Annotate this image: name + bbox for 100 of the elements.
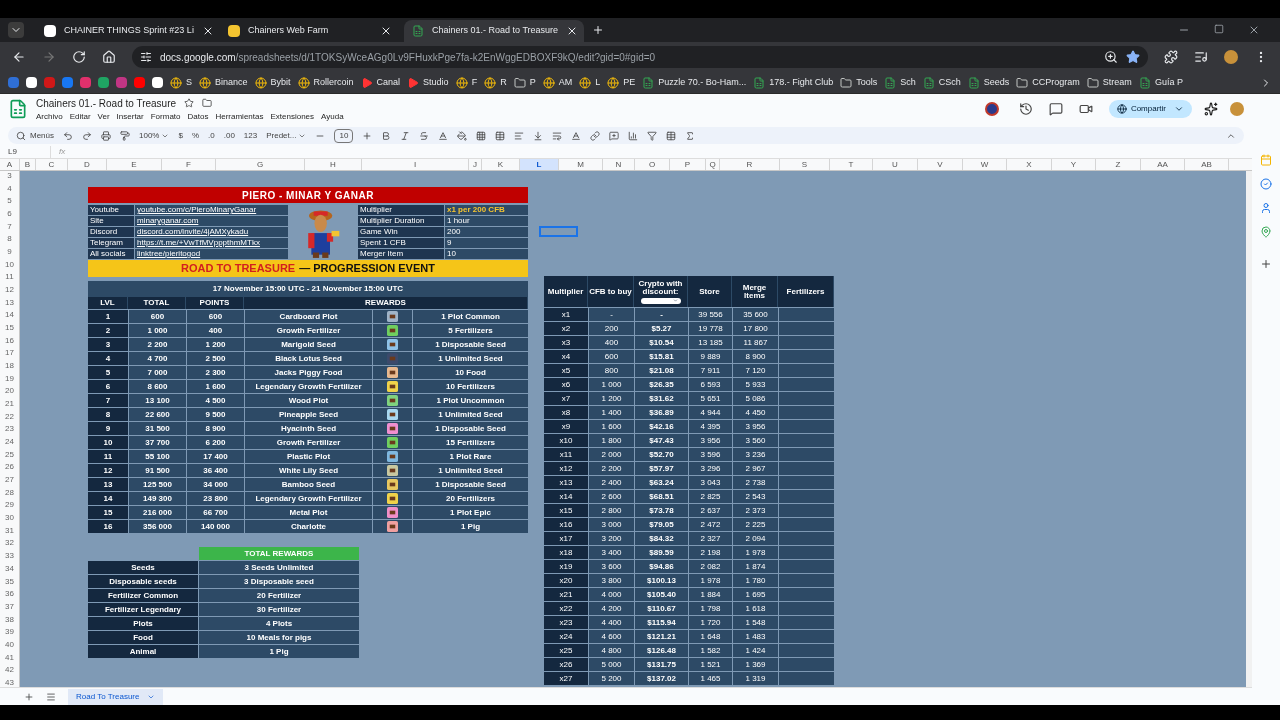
undo-icon[interactable] — [63, 130, 73, 141]
column-header[interactable]: A — [0, 159, 20, 170]
bookmark[interactable]: F — [455, 75, 478, 90]
row-number[interactable]: 29 — [0, 500, 19, 510]
bookmark[interactable]: CCProgram — [1016, 75, 1080, 90]
row-number[interactable]: 33 — [0, 551, 19, 561]
borders-icon[interactable] — [476, 130, 487, 141]
row-number[interactable]: 14 — [0, 310, 19, 320]
row-number[interactable]: 4 — [0, 183, 19, 193]
column-header[interactable]: Z — [1096, 159, 1141, 170]
column-header[interactable]: M — [559, 159, 603, 170]
column-header[interactable]: B — [20, 159, 36, 170]
maps-icon[interactable] — [1260, 226, 1272, 238]
filter-icon[interactable] — [647, 130, 658, 141]
row-number[interactable]: 23 — [0, 424, 19, 434]
column-header[interactable]: G — [216, 159, 305, 170]
document-title[interactable]: Chainers 01.- Road to Treasure — [36, 95, 177, 111]
link[interactable]: youtube.com/c/PieroMinaryGanar — [135, 205, 288, 215]
column-header[interactable]: O — [635, 159, 670, 170]
bookmark[interactable]: L — [579, 75, 601, 90]
text-color-icon[interactable] — [438, 130, 449, 141]
link[interactable]: minaryganar.com — [135, 216, 288, 226]
link[interactable]: linktree/pieritogod — [135, 249, 288, 259]
row-number[interactable]: 43 — [0, 677, 19, 687]
column-header[interactable]: F — [162, 159, 216, 170]
row-number[interactable]: 7 — [0, 221, 19, 231]
row-number[interactable]: 42 — [0, 665, 19, 675]
bookmark[interactable]: Canal — [360, 75, 401, 90]
bookmark[interactable]: 178.- Fight Club — [753, 75, 834, 90]
bookmark-star-icon[interactable] — [1126, 50, 1140, 64]
row-number[interactable]: 41 — [0, 652, 19, 662]
vertical-align-icon[interactable] — [533, 130, 544, 141]
column-header[interactable]: C — [36, 159, 68, 170]
row-number[interactable]: 20 — [0, 386, 19, 396]
chart-icon[interactable] — [628, 130, 639, 141]
menu-item[interactable]: Archivo — [36, 110, 63, 123]
close-icon[interactable] — [1248, 24, 1260, 36]
row-number[interactable]: 30 — [0, 513, 19, 523]
tab-list-button[interactable] — [8, 22, 24, 38]
column-header[interactable]: Y — [1052, 159, 1096, 170]
row-number[interactable]: 19 — [0, 373, 19, 383]
menu-item[interactable]: Herramientas — [215, 110, 264, 123]
bookmark[interactable]: Rollercoin — [297, 75, 354, 90]
row-number[interactable]: 28 — [0, 487, 19, 497]
row-number[interactable]: 10 — [0, 259, 19, 269]
increase-decimals-button[interactable]: .00 — [223, 129, 235, 142]
bold-icon[interactable] — [381, 130, 392, 141]
bookmark[interactable]: Studio — [407, 75, 449, 90]
number-format-button[interactable]: 123 — [243, 129, 258, 142]
row-number[interactable]: 40 — [0, 639, 19, 649]
bookmark[interactable]: Stream — [1086, 75, 1132, 90]
menus-search[interactable]: Menús — [16, 129, 54, 142]
sheet-tab[interactable]: Road To Treasure — [68, 688, 164, 705]
row-number[interactable]: 6 — [0, 209, 19, 218]
restore-icon[interactable] — [1214, 24, 1224, 34]
menu-item[interactable]: Datos — [187, 110, 209, 123]
print-icon[interactable] — [101, 130, 111, 141]
sheets-logo-icon[interactable] — [8, 99, 28, 119]
row-number[interactable]: 18 — [0, 361, 19, 371]
menu-item[interactable]: Extensiones — [270, 110, 315, 123]
row-number[interactable]: 17 — [0, 348, 19, 358]
increase-size-icon[interactable] — [362, 130, 373, 141]
zoom-icon[interactable] — [1104, 50, 1118, 64]
reload-icon[interactable] — [72, 50, 86, 64]
comment-icon[interactable] — [1048, 102, 1063, 116]
column-header[interactable]: V — [918, 159, 963, 170]
column-header[interactable]: L — [520, 159, 559, 170]
row-number[interactable]: 21 — [0, 399, 19, 409]
add-sheet-icon[interactable] — [24, 691, 34, 702]
row-number[interactable]: 26 — [0, 462, 19, 472]
row-number[interactable]: 16 — [0, 335, 19, 345]
forward-icon[interactable] — [42, 50, 56, 64]
currency-button[interactable]: $ — [178, 129, 183, 142]
video-call-icon[interactable] — [1078, 102, 1093, 116]
folder-icon[interactable] — [202, 98, 213, 108]
row-number[interactable]: 38 — [0, 614, 19, 624]
strikethrough-icon[interactable] — [419, 130, 430, 141]
link-icon[interactable] — [590, 130, 601, 141]
row-number[interactable]: 22 — [0, 411, 19, 421]
bookmark[interactable]: Sch — [884, 75, 916, 90]
user-avatar[interactable] — [1230, 102, 1244, 116]
bookmark[interactable]: R — [484, 75, 507, 90]
bookmark[interactable]: Seeds — [967, 75, 1010, 90]
row-number[interactable]: 24 — [0, 437, 19, 447]
row-number[interactable]: 35 — [0, 576, 19, 586]
paint-format-icon[interactable] — [120, 130, 130, 141]
link[interactable]: discord.com/invite/4jAMXykadu — [135, 227, 288, 237]
percent-button[interactable]: % — [191, 129, 200, 142]
menu-item[interactable]: Editar — [69, 110, 91, 123]
name-box[interactable]: L9 — [0, 145, 50, 158]
star-icon[interactable] — [184, 98, 195, 108]
column-header[interactable]: N — [603, 159, 635, 170]
close-icon[interactable] — [380, 25, 392, 37]
row-number[interactable]: 31 — [0, 525, 19, 535]
rotate-text-icon[interactable] — [571, 130, 582, 141]
browser-tab[interactable]: Chainers 01.- Road to Treasure — [404, 20, 584, 42]
dropdown[interactable] — [640, 297, 681, 304]
column-header[interactable]: P — [670, 159, 706, 170]
redo-icon[interactable] — [82, 130, 92, 141]
row-number[interactable]: 5 — [0, 196, 19, 206]
